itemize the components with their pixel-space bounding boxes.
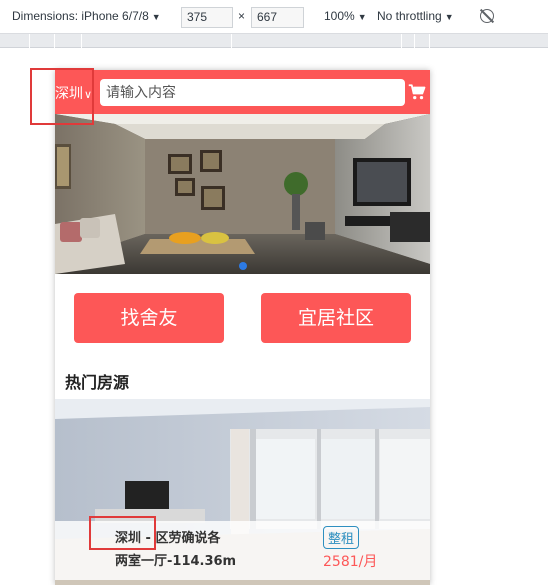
rent-type-badge: 整租 (323, 526, 360, 549)
throttle-label: No throttling (377, 9, 442, 23)
annotation-box (30, 68, 94, 125)
media-query-ruler (0, 34, 548, 48)
top-bar: 深圳∨ (55, 70, 430, 114)
phone-viewport: 深圳∨ 请输入内容 找舍友 宜居社区 热门房源 深圳 - 区劳确说各 两室一厅-… (55, 70, 430, 585)
width-input[interactable]: 375 (181, 7, 233, 28)
throttle-select[interactable]: No throttling ▼ (377, 9, 454, 23)
listing-subtitle: 两室一厅-114.36m (115, 554, 237, 569)
section-title: 热门房源 (65, 373, 130, 392)
listing-price: 2581/月 (323, 554, 378, 570)
banner-carousel[interactable] (55, 114, 430, 274)
times-glyph: × (238, 9, 246, 23)
zoom-label: 100% (324, 9, 355, 23)
zoom-select[interactable]: 100% ▼ (324, 9, 367, 23)
search-input[interactable] (100, 79, 405, 106)
next-listing-card[interactable] (55, 580, 430, 585)
chevron-down-icon: ▼ (444, 12, 454, 22)
find-roommate-button[interactable]: 找舍友 (74, 293, 224, 343)
rotate-icon[interactable] (480, 9, 494, 23)
carousel-dots (55, 255, 430, 274)
community-button[interactable]: 宜居社区 (261, 293, 411, 343)
device-label: Dimensions: iPhone 6/7/8 (12, 9, 149, 23)
chevron-down-icon: ▼ (151, 12, 161, 22)
annotation-box (89, 516, 156, 550)
height-input[interactable]: 667 (251, 7, 304, 28)
cart-icon[interactable] (408, 83, 426, 101)
device-select[interactable]: Dimensions: iPhone 6/7/8 ▼ (12, 9, 161, 23)
banner-image (55, 114, 430, 274)
carousel-dot[interactable] (238, 262, 247, 270)
devtools-toolbar: Dimensions: iPhone 6/7/8 ▼ 375 × 667 100%… (0, 0, 548, 34)
listing-card[interactable]: 深圳 - 区劳确说各 两室一厅-114.36m 整租 2581/月 (55, 399, 430, 585)
chevron-down-icon: ▼ (357, 12, 367, 22)
